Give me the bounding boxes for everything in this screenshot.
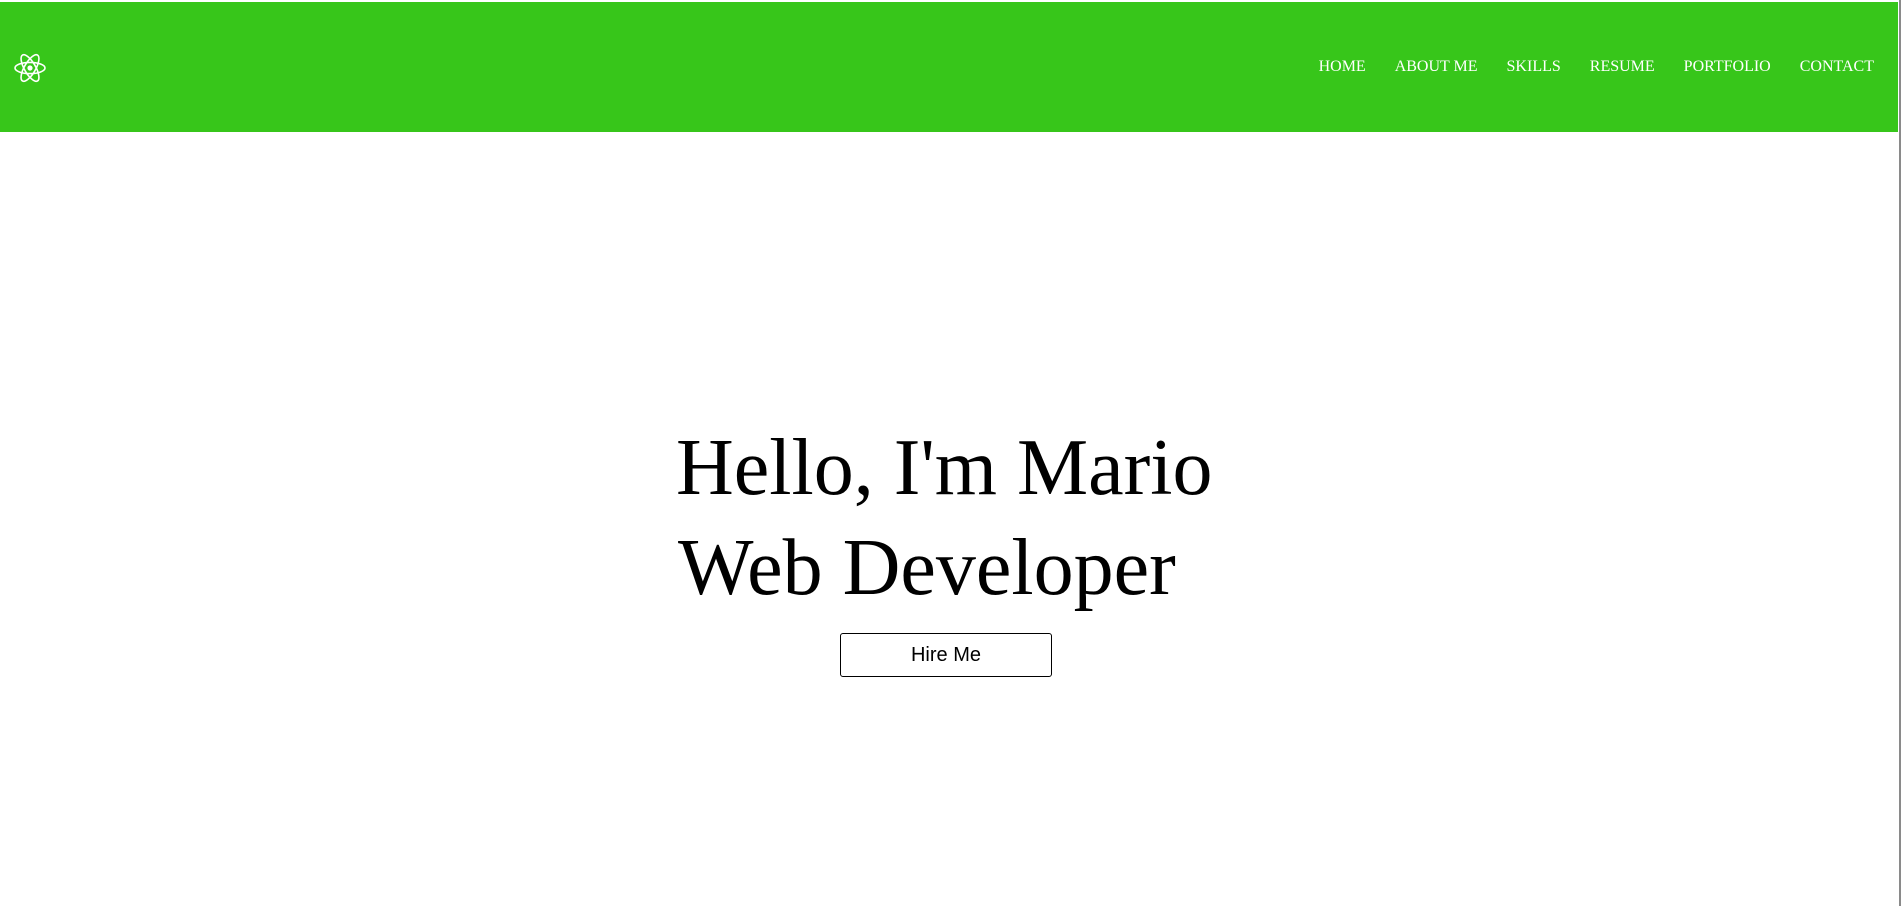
nav-menu: HOME ABOUT ME SKILLS RESUME PORTFOLIO CO… [1319, 2, 1874, 132]
scrollbar[interactable] [1899, 0, 1901, 906]
nav-link-skills[interactable]: SKILLS [1507, 58, 1561, 76]
hero-greeting: Hello, I'm Mario [676, 424, 1213, 512]
hire-me-button[interactable]: Hire Me [840, 633, 1052, 677]
nav-link-home[interactable]: HOME [1319, 58, 1366, 76]
navbar: HOME ABOUT ME SKILLS RESUME PORTFOLIO CO… [0, 2, 1898, 132]
nav-link-portfolio[interactable]: PORTFOLIO [1684, 58, 1771, 76]
nav-link-about-me[interactable]: ABOUT ME [1395, 58, 1478, 76]
hero-role: Web Developer [678, 524, 1176, 612]
nav-link-contact[interactable]: CONTACT [1800, 58, 1874, 76]
nav-link-resume[interactable]: RESUME [1590, 58, 1655, 76]
page: HOME ABOUT ME SKILLS RESUME PORTFOLIO CO… [0, 0, 1902, 906]
hero-section: Hello, I'm Mario Web Developer [676, 418, 1276, 618]
react-atom-icon [14, 53, 46, 83]
logo[interactable] [12, 50, 48, 86]
